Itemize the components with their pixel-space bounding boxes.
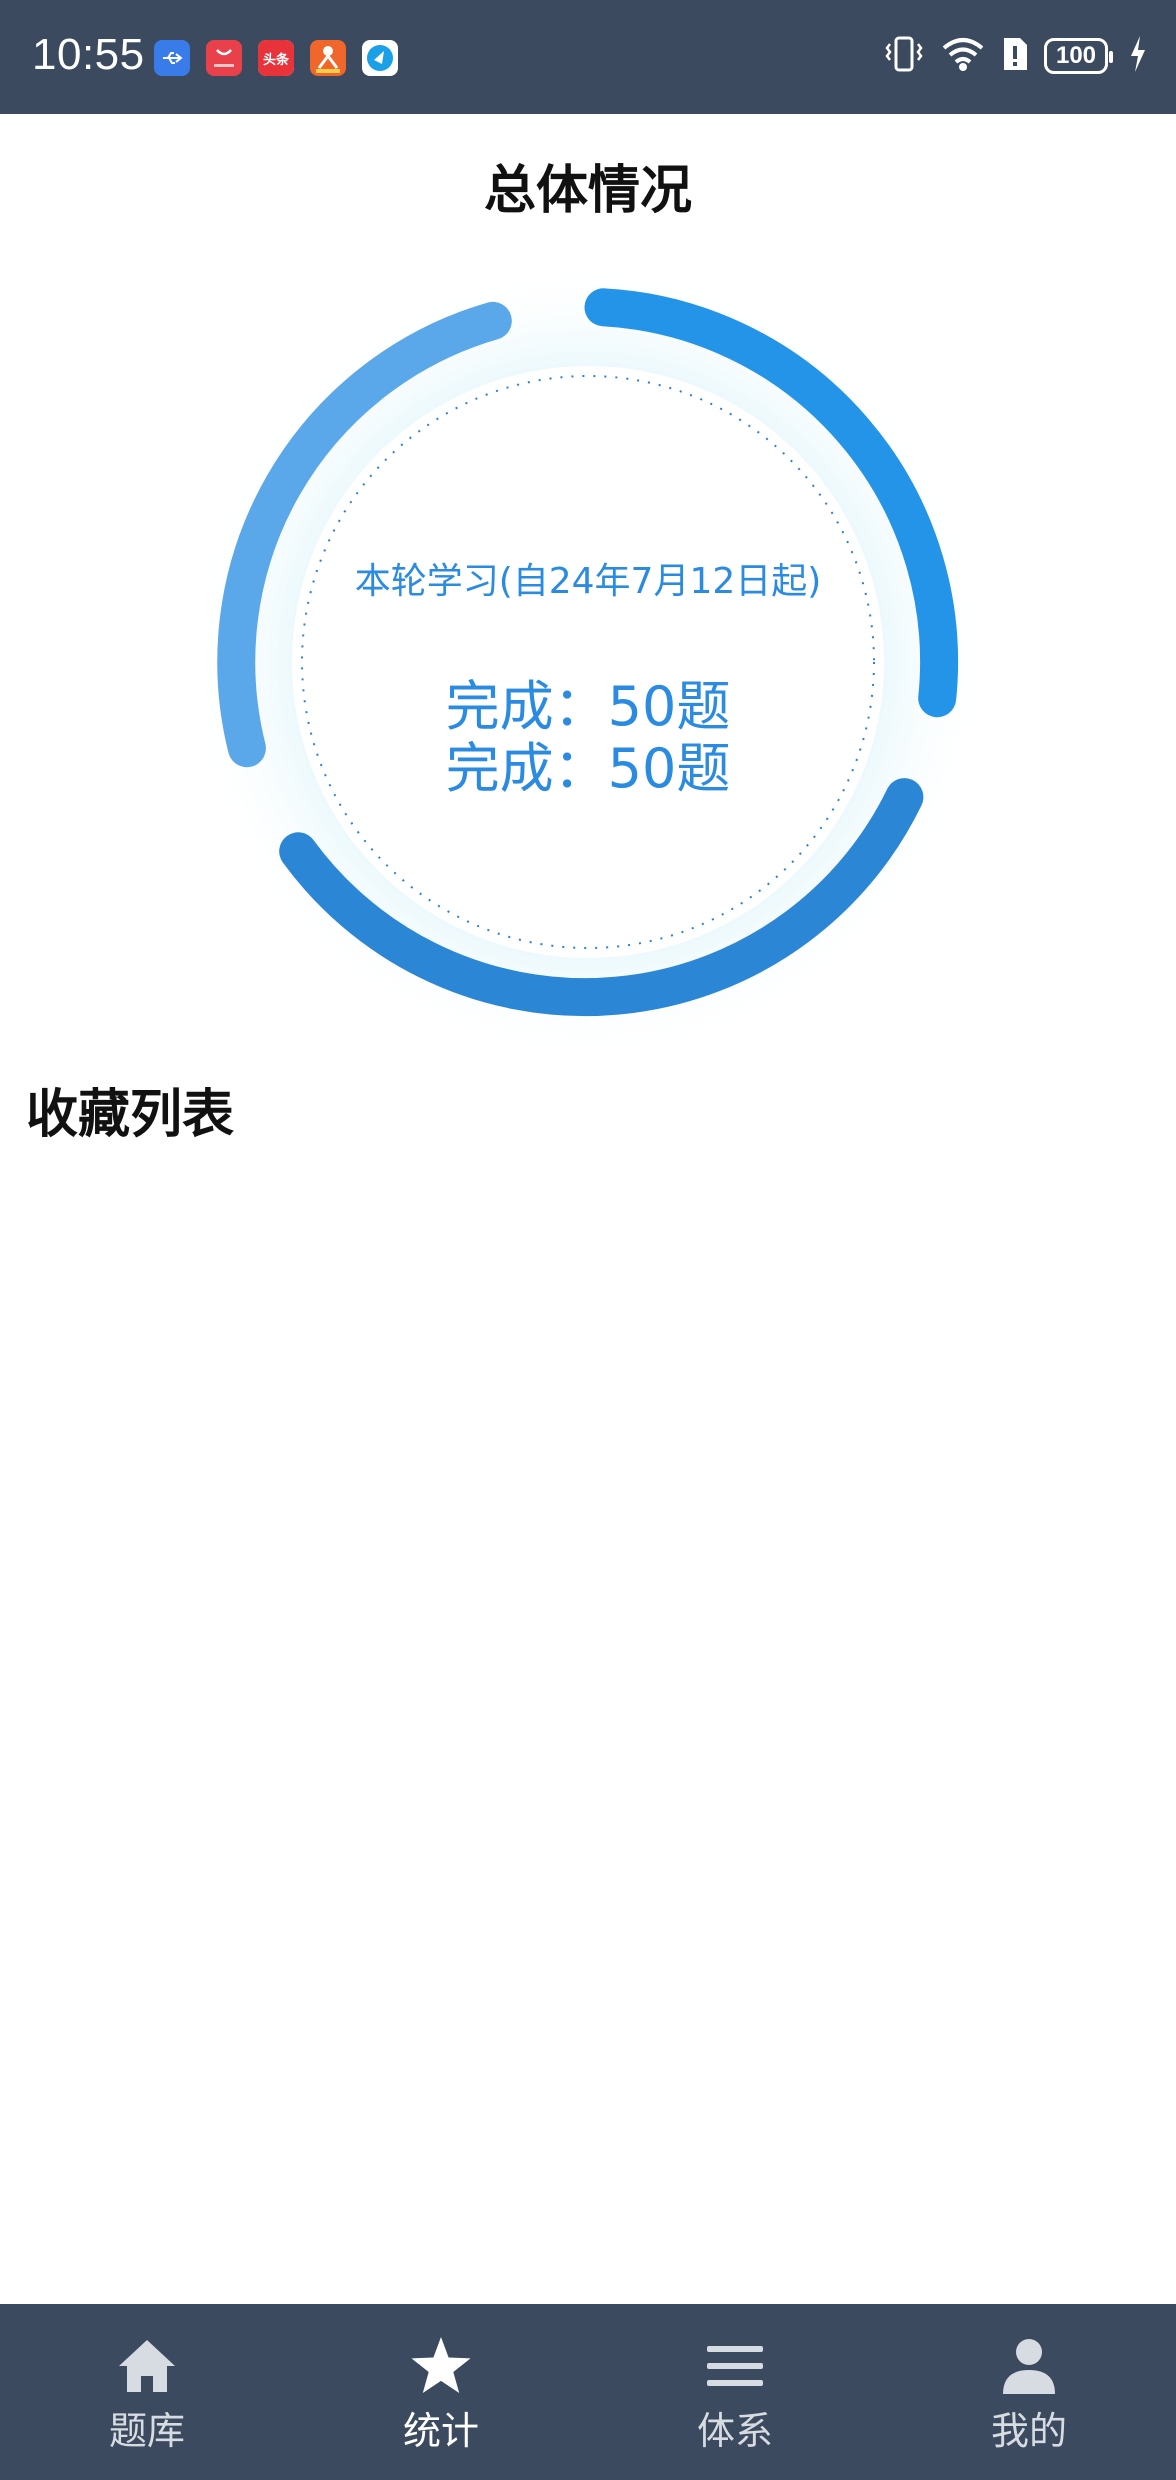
nav-item-system[interactable]: 体系 [588, 2304, 882, 2480]
star-icon [409, 2334, 473, 2398]
stats-screen: 10:55 头条 100 总体情况 本轮学习(自24年7月12日起) 完成：50… [0, 0, 1176, 2480]
completed-stat-2: 完成：50题 [445, 737, 731, 800]
ring-center-text: 本轮学习(自24年7月12日起) 完成：50题 完成：50题 [188, 262, 988, 1062]
overview-title: 总体情况 [483, 161, 692, 221]
progress-ring: 本轮学习(自24年7月12日起) 完成：50题 完成：50题 [188, 262, 988, 1062]
nav-label-question-bank: 题库 [108, 2409, 185, 2453]
person-icon [997, 2334, 1061, 2398]
huawei-appgallery-icon [206, 40, 242, 76]
tencent-icon [362, 40, 398, 76]
toutiao-label: 头条 [258, 40, 294, 76]
nav-item-statistics[interactable]: 统计 [294, 2304, 588, 2480]
charging-icon [1128, 34, 1148, 78]
round-label: 本轮学习(自24年7月12日起) [354, 561, 822, 602]
usb-icon [154, 40, 190, 76]
battery-level: 100 [1055, 42, 1097, 69]
menu-icon [703, 2334, 767, 2398]
favorites-title: 收藏列表 [26, 1085, 235, 1145]
vibrate-icon [882, 34, 926, 78]
notification-app-icons: 头条 [154, 40, 398, 76]
status-time: 10:55 [32, 30, 145, 79]
app-icon-orange [310, 40, 346, 76]
nav-label-mine: 我的 [990, 2409, 1067, 2453]
nav-item-mine[interactable]: 我的 [882, 2304, 1176, 2480]
battery-indicator: 100 [1044, 38, 1113, 74]
nav-item-question-bank[interactable]: 题库 [0, 2304, 294, 2480]
toutiao-icon: 头条 [258, 40, 294, 76]
home-icon [115, 2334, 179, 2398]
bottom-nav: 题库 统计 体系 我的 [0, 2304, 1176, 2480]
system-status-icons: 100 [882, 34, 1148, 78]
nav-label-statistics: 统计 [402, 2409, 479, 2453]
nav-label-system: 体系 [696, 2409, 773, 2453]
status-bar: 10:55 头条 100 [0, 0, 1176, 114]
sim-alert-icon [1000, 34, 1030, 78]
wifi-icon [940, 34, 986, 78]
